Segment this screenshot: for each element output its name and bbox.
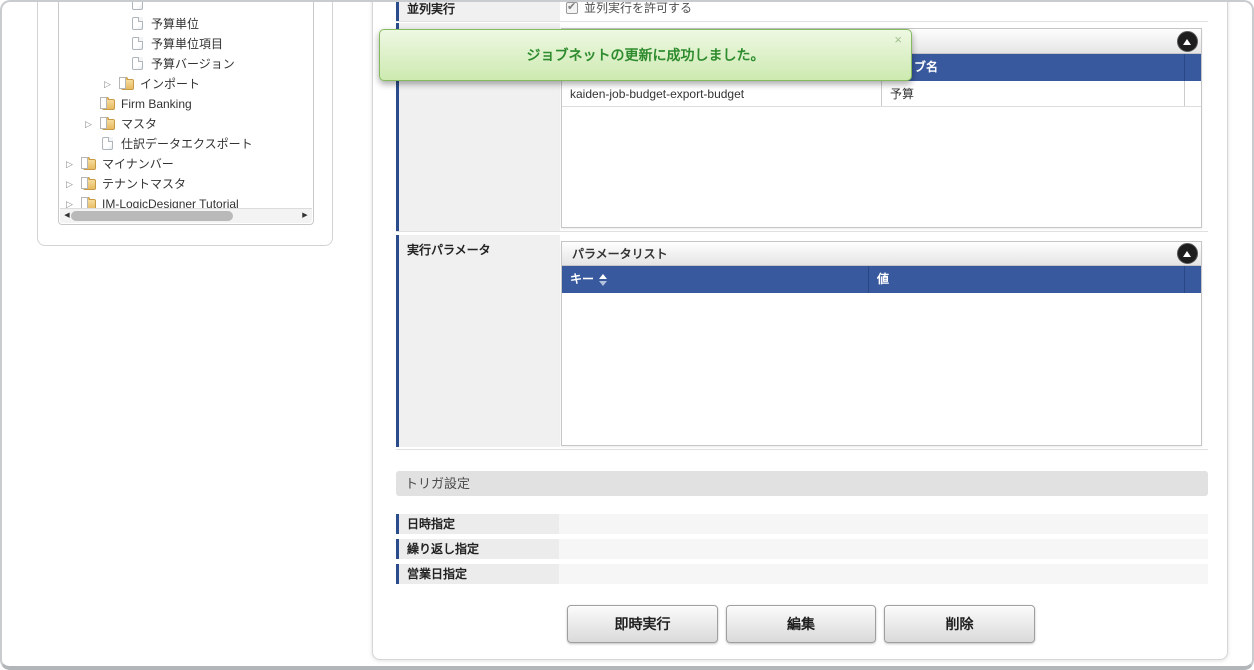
row-divider [396,231,1208,232]
expand-arrow-icon[interactable]: ▷ [85,114,92,134]
tree-item-label: 予算単位 [151,14,199,34]
expand-arrow-icon[interactable]: ▷ [104,74,111,94]
tree-item-budget-unit[interactable]: 予算単位 [59,14,313,34]
exec-params-label: 実行パラメータ [407,241,491,258]
collapse-button[interactable] [1177,243,1198,264]
table-row[interactable]: kaiden-job-budget-export-budget 予算 [562,81,1201,107]
tree-item-label: テナントマスタ [102,174,186,194]
tree-item-budget-version[interactable]: 予算バージョン [59,54,313,74]
folder-icon [102,99,115,110]
tree-panel: 予算単位 予算単位項目 予算バージョン ▷ インポート Firm Banking… [37,0,333,246]
collapse-arrow-icon [1183,39,1191,45]
folder-icon [102,119,115,130]
param-list-panel: パラメータリスト キー 値 [561,241,1202,446]
scrollbar-thumb[interactable] [71,211,233,221]
close-icon[interactable]: × [894,33,902,47]
param-table-header: キー 値 [562,266,1201,293]
delete-button[interactable]: 削除 [884,605,1035,643]
file-icon [132,0,143,10]
check-icon: ✔ [567,0,576,13]
header-strip [1185,54,1201,81]
header-strip [1185,266,1201,293]
expand-arrow-icon[interactable]: ▷ [66,174,73,194]
success-toast: ジョブネットの更新に成功しました。 × [379,29,912,81]
run-now-button[interactable]: 即時実行 [567,605,718,643]
tree-item-journal-export[interactable]: 仕訳データエクスポート [59,134,313,154]
expand-arrow-icon[interactable]: ▷ [66,154,73,174]
key-col-header[interactable]: キー [562,266,869,293]
tree-item-label: 予算バージョン [151,54,235,74]
tree-item[interactable] [59,0,313,14]
tree-item-firm-banking[interactable]: Firm Banking [59,94,313,114]
job-id-cell: kaiden-job-budget-export-budget [562,81,882,106]
scroll-right-icon[interactable]: ▶ [298,209,312,223]
parallel-exec-label: 並列実行 [407,0,455,17]
file-icon [132,57,143,70]
tree-item-mynumber[interactable]: ▷ マイナンバー [59,154,313,174]
tree-item-label: 仕訳データエクスポート [121,134,253,154]
app-window: 予算単位 予算単位項目 予算バージョン ▷ インポート Firm Banking… [0,0,1254,670]
trigger-repeat-value [559,539,1208,559]
collapse-button[interactable] [1177,31,1198,52]
action-button-row: 即時実行 編集 削除 [567,605,1035,643]
horizontal-scrollbar[interactable]: ◀ ▶ [60,208,312,223]
collapse-arrow-icon [1183,251,1191,257]
parallel-exec-label-cell: 並列実行 [396,0,560,21]
parallel-exec-checkbox: ✔ [566,2,578,14]
trigger-section-header: トリガ設定 [396,471,1208,496]
tree-item-master[interactable]: ▷ マスタ [59,114,313,134]
trigger-repeat-label: 繰り返し指定 [396,539,559,559]
tree-item-label: マスタ [121,114,157,134]
tree-item-label: 予算単位項目 [151,34,223,54]
value-col-header: 値 [869,266,1185,293]
edit-button[interactable]: 編集 [726,605,876,643]
folder-tree: 予算単位 予算単位項目 予算バージョン ▷ インポート Firm Banking… [58,0,314,225]
toast-message: ジョブネットの更新に成功しました。 [380,30,911,80]
trigger-bizday-label: 営業日指定 [396,564,559,584]
tree-item-tenant-master[interactable]: ▷ テナントマスタ [59,174,313,194]
trigger-datetime-label: 日時指定 [396,514,559,534]
file-icon [102,137,113,150]
param-panel-header: パラメータリスト [562,242,1201,266]
row-divider [396,449,1208,450]
tree-item-label: インポート [140,74,200,94]
jobname-col-header: ジョブ名 [882,54,1185,81]
jobnet-detail-card: 並列実行 ✔ 並列実行を許可する ジョブ名 kaiden-job-budget-… [372,0,1228,660]
trigger-bizday-value [559,564,1208,584]
folder-icon [83,179,96,190]
trigger-datetime-value [559,514,1208,534]
tree-item-label: Firm Banking [121,94,192,114]
folder-icon [121,79,134,90]
sort-icon[interactable] [599,274,607,286]
row-divider [396,21,1208,22]
tree-item-label: マイナンバー [102,154,174,174]
file-icon [132,37,143,50]
exec-params-label-cell: 実行パラメータ [396,235,560,447]
parallel-exec-checkbox-label: 並列実行を許可する [584,1,692,15]
param-panel-title: パラメータリスト [572,242,668,266]
file-icon [132,17,143,30]
job-name-cell: 予算 [882,81,1185,106]
tree-item-budget-unit-item[interactable]: 予算単位項目 [59,34,313,54]
tree-item-import[interactable]: ▷ インポート [59,74,313,94]
folder-icon [83,159,96,170]
